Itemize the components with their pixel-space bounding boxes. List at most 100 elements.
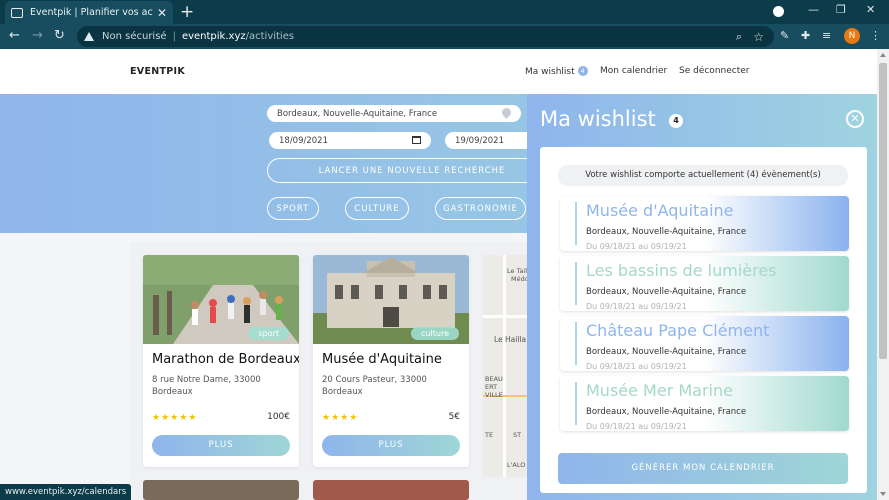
map-label: BEAU [485, 375, 503, 383]
address-bar[interactable]: Non sécurisé | eventpik.xyz/activities ⌕… [77, 26, 774, 47]
wishlist-item-name: Musée Mer Marine [586, 381, 733, 400]
url-host: eventpik.xyz [181, 31, 246, 42]
map-label: VILLE [485, 391, 503, 399]
wishlist-item[interactable]: Château Pape Clément Bordeaux, Nouvelle-… [560, 316, 849, 371]
map-label: ST [513, 431, 522, 439]
browser-tabbar: Eventpik | Planifier vos activités ✕ + —… [0, 0, 889, 24]
star-icon[interactable]: ☆ [753, 30, 764, 44]
item-accent-bar [575, 322, 577, 365]
event-price: 5€ [448, 412, 460, 422]
minimize-icon[interactable]: — [808, 3, 819, 16]
calendar-icon[interactable] [412, 136, 421, 144]
wishlist-title: Ma wishlist [540, 107, 656, 131]
media-record-icon[interactable] [773, 6, 784, 17]
map-label: Médo [511, 275, 528, 283]
launch-search-button[interactable]: LANCER UNE NOUVELLE RECHERCHE [267, 158, 557, 183]
browser-toolbar: ← → ↻ Non sécurisé | eventpik.xyz/activi… [0, 24, 889, 49]
close-window-icon[interactable]: ✕ [866, 3, 875, 16]
nav-calendar[interactable]: Mon calendrier [600, 66, 667, 76]
pen-icon[interactable]: ✎ [780, 29, 789, 42]
nav-logout[interactable]: Se déconnecter [679, 66, 749, 76]
date-from-input[interactable]: 18/09/2021 [269, 132, 431, 149]
maximize-icon[interactable]: ❐ [836, 3, 846, 16]
forward-icon[interactable]: → [32, 28, 43, 43]
event-card[interactable]: culture Musée d'Aquitaine 20 Cours Paste… [313, 255, 469, 467]
back-icon[interactable]: ← [9, 28, 20, 43]
event-card[interactable]: sport Marathon de Bordeaux 8 rue Notre D… [143, 255, 299, 467]
map-label: Le Hailla [494, 335, 527, 344]
wishlist-item-location: Bordeaux, Nouvelle-Aquitaine, France [586, 227, 747, 237]
more-button[interactable]: PLUS [152, 435, 290, 456]
more-icon[interactable]: ⋮ [870, 29, 881, 42]
warning-icon [84, 32, 94, 41]
map-label: ERT [485, 383, 498, 391]
event-card-partial[interactable] [313, 480, 469, 500]
event-address: 8 rue Notre Dame, 33000 Bordeaux [152, 374, 261, 398]
zoom-icon[interactable]: ⌕ [736, 30, 742, 44]
wishlist-item-name: Les bassins de lumières [586, 261, 777, 280]
map-label: TE [485, 431, 494, 439]
puzzle-icon[interactable]: ✚ [801, 29, 810, 42]
map-label: L'ALO [507, 461, 526, 469]
item-accent-bar [575, 202, 577, 245]
item-accent-bar [575, 382, 577, 425]
url-path: /activities [245, 31, 295, 42]
item-accent-bar [575, 262, 577, 305]
scrollbar-thumb[interactable] [879, 63, 887, 359]
tab-close-icon[interactable]: ✕ [157, 6, 167, 20]
rating-stars: ★★★★★ [152, 413, 198, 423]
map[interactable]: Le Taill Médo Le Hailla BEAU ERT VILLE T… [483, 255, 528, 477]
date-to-value: 19/09/2021 [455, 135, 504, 146]
wishlist-item-dates: Du 09/18/21 au 09/19/21 [586, 362, 687, 371]
category-gastronomie-button[interactable]: GASTRONOMIE [435, 197, 526, 220]
wishlist-item-dates: Du 09/18/21 au 09/19/21 [586, 242, 687, 251]
wishlist-item-dates: Du 09/18/21 au 09/19/21 [586, 302, 687, 311]
media-icon[interactable]: ≡ [822, 29, 831, 42]
new-tab-button[interactable]: + [180, 2, 194, 22]
event-street: 8 rue Notre Dame, 33000 [152, 375, 261, 385]
event-title: Musée d'Aquitaine [322, 352, 442, 367]
browser-tab[interactable]: Eventpik | Planifier vos activités ✕ [5, 1, 173, 24]
location-pin-icon [500, 106, 513, 119]
wishlist-count-badge: 4 [577, 66, 588, 76]
map-label: Le Taill [507, 267, 528, 275]
event-title: Marathon de Bordeaux [152, 352, 299, 367]
event-price: 100€ [267, 412, 290, 422]
brand-logo[interactable]: EVENTPIK [130, 66, 185, 77]
wishlist-item-name: Château Pape Clément [586, 321, 770, 340]
scroll-down-icon[interactable] [880, 492, 886, 496]
event-city: Bordeaux [322, 387, 363, 397]
site-header: EVENTPIK Ma wishlist 4 Mon calendrier Se … [0, 49, 877, 94]
tab-favicon-icon [11, 7, 23, 18]
nav-wishlist-label: Ma wishlist [525, 67, 575, 77]
rating-stars: ★★★★ [322, 413, 359, 423]
close-wishlist-icon[interactable]: ✕ [846, 110, 864, 128]
date-from-value: 18/09/2021 [279, 135, 328, 146]
wishlist-item[interactable]: Musée d'Aquitaine Bordeaux, Nouvelle-Aqu… [560, 196, 849, 251]
status-url: www.eventpik.xyz/calendars [0, 484, 132, 500]
wishlist-count: 4 [669, 114, 683, 128]
security-label: Non sécurisé [102, 31, 167, 42]
category-badge: culture [411, 327, 459, 340]
wishlist-item-location: Bordeaux, Nouvelle-Aquitaine, France [586, 407, 747, 417]
page-scrollbar[interactable] [877, 49, 889, 500]
url-separator: | [172, 31, 176, 42]
wishlist-item-location: Bordeaux, Nouvelle-Aquitaine, France [586, 347, 747, 357]
scroll-up-icon[interactable] [880, 53, 886, 57]
category-culture-button[interactable]: CULTURE [345, 197, 409, 220]
reload-icon[interactable]: ↻ [54, 28, 65, 43]
tab-title: Eventpik | Planifier vos activités [30, 7, 153, 18]
wishlist-item[interactable]: Musée Mer Marine Bordeaux, Nouvelle-Aqui… [560, 376, 849, 431]
event-card-partial[interactable] [143, 480, 299, 500]
wishlist-item-dates: Du 09/18/21 au 09/19/21 [586, 422, 687, 431]
profile-avatar[interactable]: N [844, 28, 860, 44]
wishlist-item[interactable]: Les bassins de lumières Bordeaux, Nouvel… [560, 256, 849, 311]
event-city: Bordeaux [152, 387, 193, 397]
location-input[interactable]: Bordeaux, Nouvelle-Aquitaine, France [267, 105, 521, 122]
generate-calendar-button[interactable]: GÉNÉRER MON CALENDRIER [558, 453, 848, 484]
more-button[interactable]: PLUS [322, 435, 460, 456]
category-sport-button[interactable]: SPORT [267, 197, 319, 220]
nav-wishlist[interactable]: Ma wishlist 4 [525, 66, 588, 77]
event-street: 20 Cours Pasteur, 33000 [322, 375, 427, 385]
wishlist-item-location: Bordeaux, Nouvelle-Aquitaine, France [586, 287, 747, 297]
